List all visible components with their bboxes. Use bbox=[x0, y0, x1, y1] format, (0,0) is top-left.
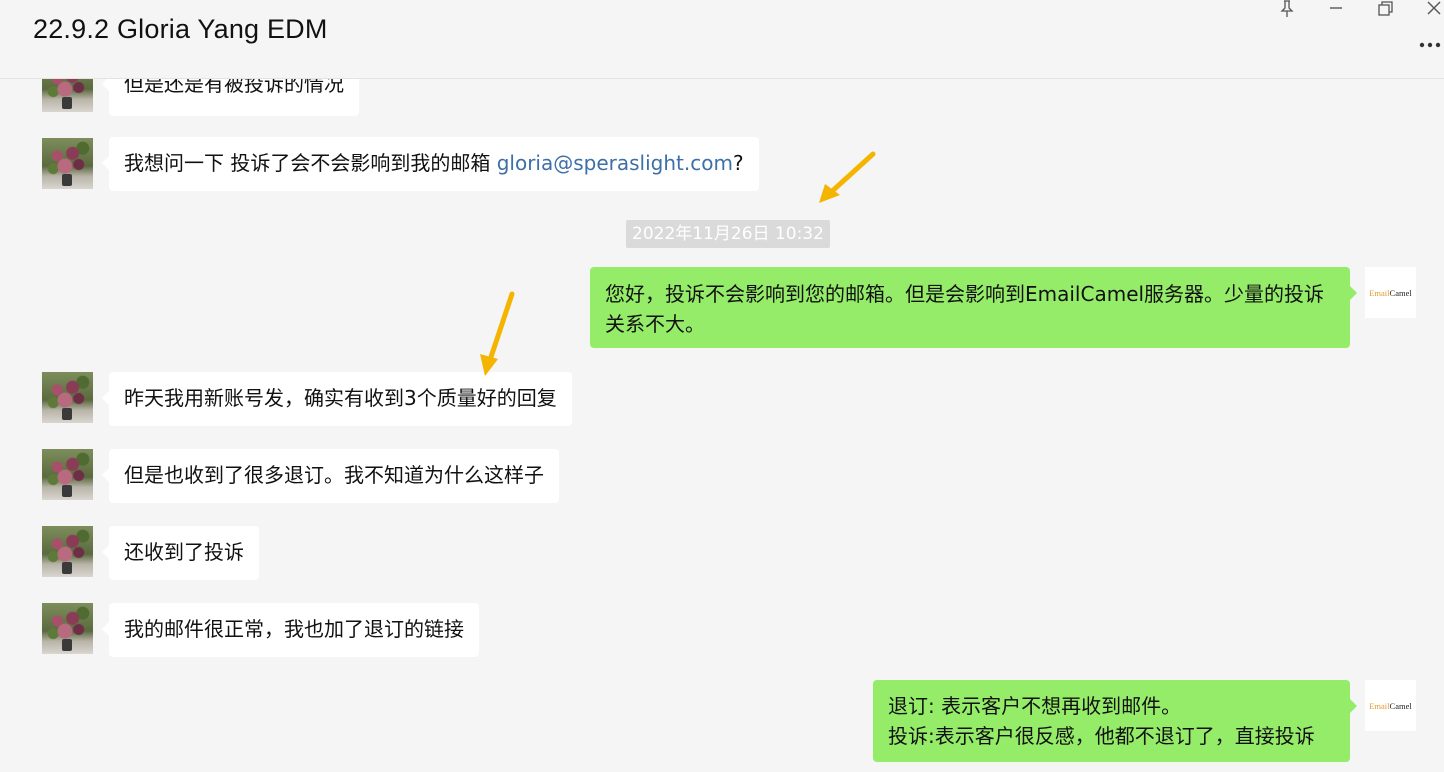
more-dots-icon bbox=[1419, 42, 1441, 48]
message-bubble-incoming[interactable]: 我的邮件很正常，我也加了退订的链接 bbox=[102, 603, 479, 657]
contact-avatar[interactable] bbox=[42, 138, 93, 189]
message-text: 您好，投诉不会影响到您的邮箱。但是会影响到EmailCamel服务器。少量的投诉… bbox=[605, 282, 1325, 336]
annotation-arrow-icon bbox=[480, 291, 515, 376]
logo-text-email: Email bbox=[1369, 287, 1390, 298]
self-avatar[interactable]: Email Camel bbox=[1365, 267, 1416, 318]
logo-text-camel: Camel bbox=[1389, 700, 1412, 711]
self-avatar[interactable]: Email Camel bbox=[1365, 680, 1416, 731]
chat-header: 22.9.2 Gloria Yang EDM bbox=[0, 0, 1444, 79]
contact-avatar[interactable] bbox=[42, 603, 93, 654]
close-icon bbox=[1427, 1, 1441, 15]
restore-button[interactable] bbox=[1372, 0, 1400, 18]
chat-window: 但是还是有被投诉的情况 我想问一下 投诉了会不会影响到我的邮箱 gloria@s… bbox=[0, 0, 1444, 772]
pin-button[interactable] bbox=[1273, 0, 1301, 18]
message-bubble-incoming[interactable]: 我想问一下 投诉了会不会影响到我的邮箱 gloria@speraslight.c… bbox=[102, 137, 759, 191]
message-text: 昨天我用新账号发，确实有收到3个质量好的回复 bbox=[124, 386, 557, 410]
message-line: 投诉:表示客户很反感，他都不退订了，直接投诉 bbox=[888, 724, 1315, 748]
email-link[interactable]: gloria@speraslight.com bbox=[497, 151, 733, 175]
message-text-suffix: ? bbox=[732, 151, 744, 175]
logo-text-email: Email bbox=[1369, 700, 1390, 711]
message-bubble-outgoing[interactable]: 退订: 表示客户不想再收到邮件。 投诉:表示客户很反感，他都不退订了，直接投诉 bbox=[873, 680, 1357, 762]
close-button[interactable] bbox=[1422, 0, 1444, 18]
pin-icon bbox=[1280, 0, 1294, 17]
logo-text-camel: Camel bbox=[1389, 287, 1412, 298]
message-line: 退订: 表示客户不想再收到邮件。 bbox=[888, 694, 1182, 718]
contact-avatar[interactable] bbox=[42, 372, 93, 423]
message-bubble-outgoing[interactable]: 您好，投诉不会影响到您的邮箱。但是会影响到EmailCamel服务器。少量的投诉… bbox=[590, 267, 1357, 348]
restore-icon bbox=[1378, 1, 1393, 16]
annotation-arrow-icon bbox=[819, 151, 876, 203]
message-text: 我的邮件很正常，我也加了退订的链接 bbox=[124, 617, 464, 641]
chat-title: 22.9.2 Gloria Yang EDM bbox=[33, 14, 328, 44]
message-bubble-incoming[interactable]: 但是也收到了很多退订。我不知道为什么这样子 bbox=[102, 449, 559, 503]
contact-avatar[interactable] bbox=[42, 526, 93, 577]
minimize-button[interactable] bbox=[1322, 0, 1350, 18]
minimize-icon bbox=[1330, 7, 1342, 9]
message-bubble-incoming[interactable]: 还收到了投诉 bbox=[102, 526, 259, 580]
message-text: 还收到了投诉 bbox=[124, 540, 244, 564]
more-options-button[interactable] bbox=[1416, 36, 1444, 54]
contact-avatar[interactable] bbox=[42, 449, 93, 500]
message-list[interactable]: 但是还是有被投诉的情况 我想问一下 投诉了会不会影响到我的邮箱 gloria@s… bbox=[0, 0, 1444, 772]
message-text: 我想问一下 投诉了会不会影响到我的邮箱 bbox=[124, 151, 497, 175]
message-text: 但是也收到了很多退订。我不知道为什么这样子 bbox=[124, 463, 544, 487]
timestamp-divider: 2022年11月26日 10:32 bbox=[626, 220, 830, 248]
message-bubble-incoming[interactable]: 昨天我用新账号发，确实有收到3个质量好的回复 bbox=[102, 372, 572, 426]
